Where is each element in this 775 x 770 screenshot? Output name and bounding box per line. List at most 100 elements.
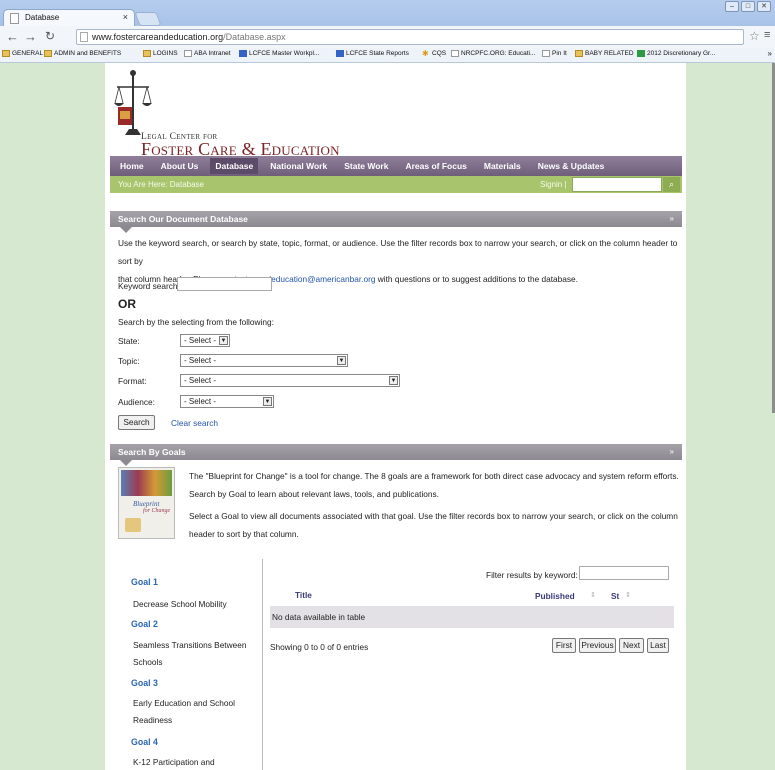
sort-icon[interactable]: ⇕ [625, 591, 631, 599]
page-background-right [686, 63, 775, 770]
or-label: OR [118, 297, 136, 311]
breadcrumb-bar: You Are Here: Database Signin | ⌕ [110, 176, 682, 193]
goal-4-link[interactable]: Goal 4 [131, 737, 158, 747]
pager-last-button[interactable]: Last [647, 638, 669, 653]
intro-line: The "Blueprint for Change" is a tool for… [189, 471, 679, 481]
column-divider [262, 559, 263, 770]
select-value: - Select - [184, 336, 217, 345]
nav-about-us[interactable]: About Us [161, 161, 199, 171]
minimize-icon[interactable]: – [725, 1, 739, 12]
bookmark-item[interactable]: ADMIN and BENEFITS [44, 50, 121, 57]
goal-3-text[interactable]: Early Education and School Readiness [133, 695, 258, 729]
state-select[interactable]: - Select - ▼ [180, 334, 230, 347]
chevron-down-icon: ▼ [389, 376, 398, 385]
collapse-chevron-icon[interactable]: » [670, 214, 674, 223]
web-page: Legal Center for Foster Care & Education… [0, 63, 775, 770]
folder-icon [2, 50, 10, 57]
search-icon[interactable]: ⌕ [663, 177, 680, 192]
maximize-icon[interactable]: □ [741, 1, 755, 12]
topic-label: Topic: [118, 356, 140, 366]
blueprint-cover-image: Blueprint for Change [118, 467, 175, 539]
cover-illustration [125, 518, 141, 532]
bookmark-item[interactable]: ABA Intranet [184, 50, 231, 57]
window-controls: – □ ✕ [725, 1, 771, 12]
goal-4-text[interactable]: K-12 Participation and [133, 754, 258, 770]
contact-email-link[interactable]: ccleducation@americanbar.org [261, 274, 376, 284]
format-select[interactable]: - Select - ▼ [180, 374, 400, 387]
nav-state-work[interactable]: State Work [344, 161, 388, 171]
intro-line: header to sort by that column. [189, 529, 299, 539]
sort-icon[interactable]: ⇕ [590, 591, 596, 599]
filter-label: Filter results by keyword: [486, 570, 578, 580]
folder-icon [575, 50, 583, 57]
url-field[interactable]: www.fostercareandeducation.org/Database.… [76, 29, 744, 45]
bookmarks-overflow-icon[interactable]: » [768, 49, 772, 58]
bookmark-item[interactable]: LCFCE State Reports [336, 50, 409, 57]
section-title: Search Our Document Database [118, 214, 248, 224]
goal-1-link[interactable]: Goal 1 [131, 577, 158, 587]
document-icon [336, 50, 344, 57]
bookmark-item[interactable]: NRCPFC.ORG: Educati... [451, 50, 535, 57]
search-button[interactable]: Search [118, 415, 155, 430]
back-arrow-icon[interactable]: ← [6, 30, 19, 43]
menu-icon[interactable]: ≡ [764, 29, 770, 41]
goals-section-header[interactable]: Search By Goals » [110, 444, 682, 466]
header-pointer [120, 227, 132, 233]
empty-table-row: No data available in table [270, 606, 674, 628]
nav-database[interactable]: Database [210, 158, 259, 174]
goal-2-link[interactable]: Goal 2 [131, 619, 158, 629]
chevron-down-icon: ▼ [219, 336, 228, 345]
select-value: - Select - [184, 397, 217, 406]
pager-next-button[interactable]: Next [619, 638, 644, 653]
header-pointer [120, 460, 132, 466]
pager-previous-button[interactable]: Previous [579, 638, 616, 653]
bookmark-label: Pin It [552, 50, 567, 57]
page-icon [80, 32, 88, 42]
collapse-chevron-icon[interactable]: » [670, 447, 674, 456]
bookmark-item[interactable]: GENERAL [2, 50, 43, 57]
site-search-input[interactable] [572, 177, 662, 192]
nav-national-work[interactable]: National Work [270, 161, 327, 171]
goal-1-text[interactable]: Decrease School Mobility [133, 596, 258, 613]
column-header-title[interactable]: Title [295, 590, 312, 600]
bookmark-star-icon[interactable]: ☆ [749, 29, 760, 43]
bookmark-item[interactable]: 2012 Discretionary Gr... [637, 50, 715, 57]
search-section-header[interactable]: Search Our Document Database » [110, 211, 682, 233]
new-tab-button[interactable] [134, 12, 162, 26]
pager-first-button[interactable]: First [552, 638, 576, 653]
keyword-search-input[interactable] [177, 277, 272, 291]
address-bar-row: ← → ↻ www.fostercareandeducation.org/Dat… [0, 26, 775, 48]
reload-icon[interactable]: ↻ [45, 30, 55, 43]
goal-2-text[interactable]: Seamless Transitions Between Schools [133, 637, 258, 671]
column-header-st[interactable]: St [611, 591, 619, 601]
topic-select[interactable]: - Select - ▼ [180, 354, 348, 367]
bookmark-label: ADMIN and BENEFITS [54, 50, 122, 57]
nav-materials[interactable]: Materials [484, 161, 521, 171]
page-background-left [0, 63, 105, 770]
folder-icon [44, 50, 52, 57]
select-value: - Select - [184, 356, 217, 365]
nav-areas-of-focus[interactable]: Areas of Focus [405, 161, 466, 171]
bookmark-item[interactable]: Pin It [542, 50, 567, 57]
signin-link[interactable]: Signin | [540, 180, 567, 189]
nav-home[interactable]: Home [120, 161, 144, 171]
goal-3-link[interactable]: Goal 3 [131, 678, 158, 688]
audience-select[interactable]: - Select - ▼ [180, 395, 274, 408]
cover-subtitle: for Change [143, 508, 171, 514]
entries-count: Showing 0 to 0 of 0 entries [270, 642, 369, 652]
tab-title: Database [25, 13, 60, 22]
bookmark-item[interactable]: BABY RELATED [575, 50, 634, 57]
close-window-icon[interactable]: ✕ [757, 1, 771, 12]
bookmark-item[interactable]: LCFCE Master Workpl... [239, 50, 319, 57]
column-header-published[interactable]: Published [535, 591, 575, 601]
goals-intro: The "Blueprint for Change" is a tool for… [189, 467, 679, 543]
clear-search-link[interactable]: Clear search [171, 418, 218, 428]
bookmark-item[interactable]: LOGINS [143, 50, 178, 57]
browser-tab[interactable]: Database × [3, 9, 135, 27]
bookmark-item[interactable]: ✱ CQS [422, 50, 446, 58]
forward-arrow-icon[interactable]: → [24, 30, 37, 43]
tab-close-icon[interactable]: × [123, 12, 128, 22]
bookmark-label: BABY RELATED [585, 50, 634, 57]
filter-input[interactable] [579, 566, 669, 580]
nav-news-updates[interactable]: News & Updates [538, 161, 605, 171]
